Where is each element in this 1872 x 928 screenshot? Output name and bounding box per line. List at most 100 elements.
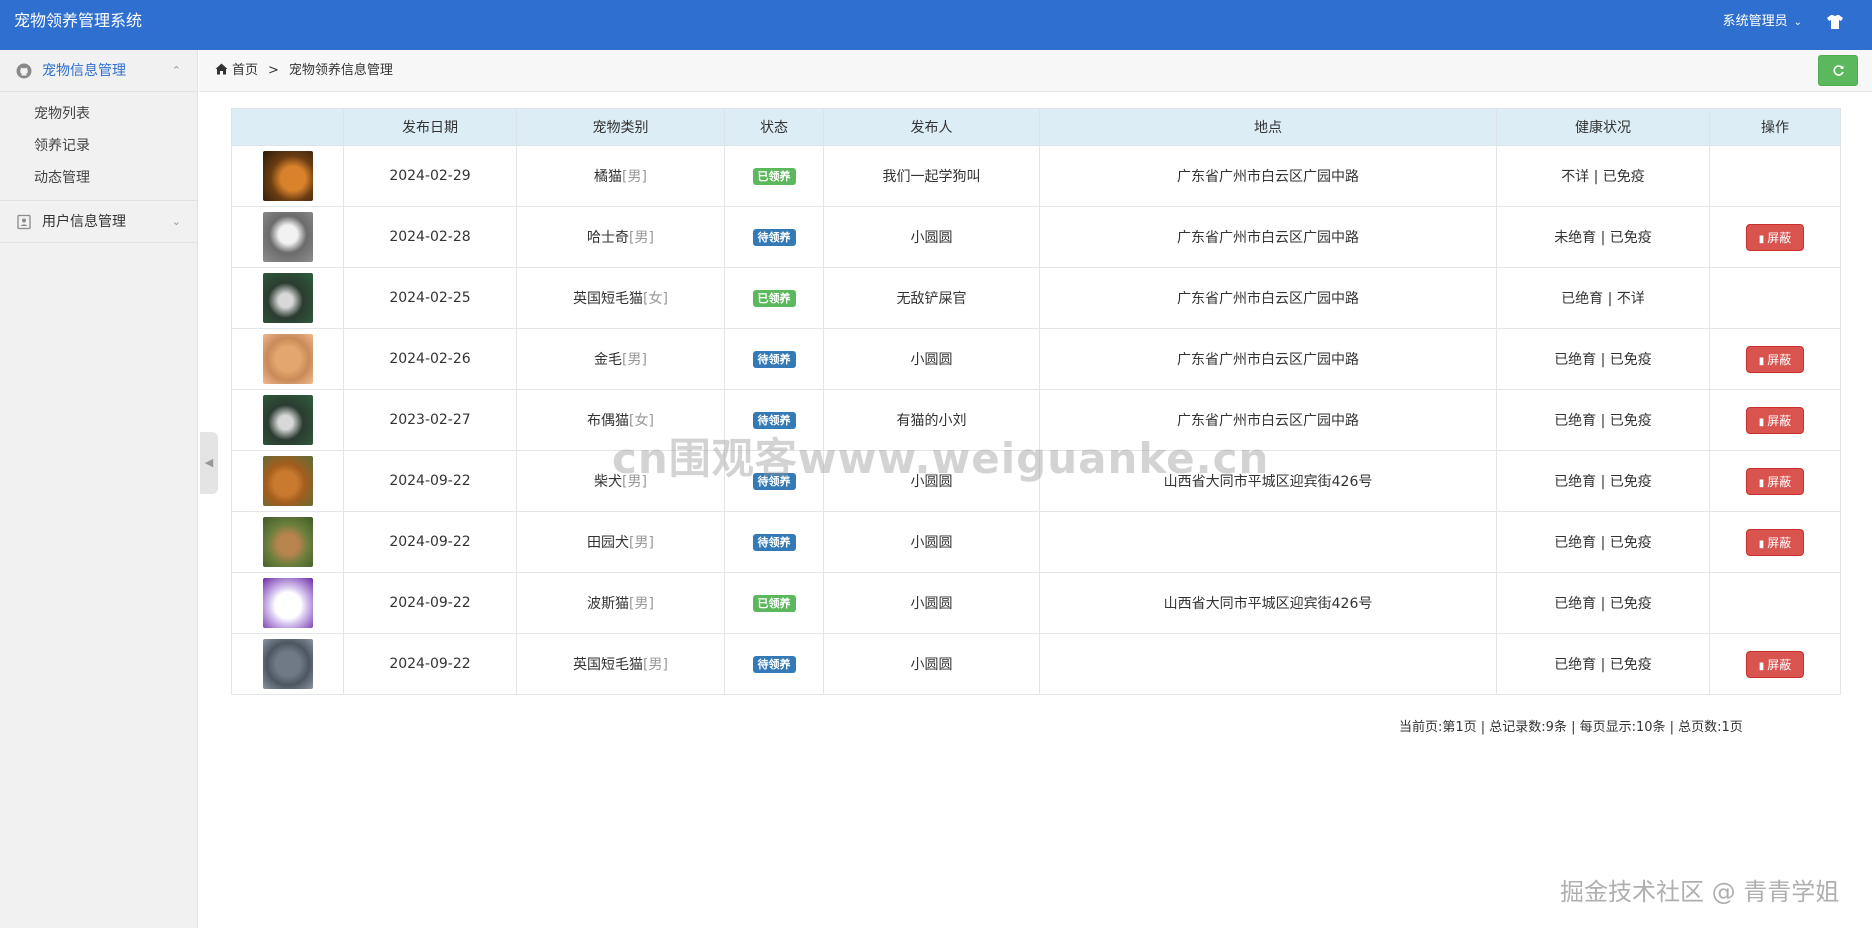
action-cell: ▮ 屏蔽 [1709, 450, 1841, 512]
sidebar-item-pet-list[interactable]: 宠物列表 [0, 98, 197, 130]
table-row: 2024-02-25 英国短毛猫[女] 已领养 无敌铲屎官 广东省广州市白云区广园中路已… [231, 267, 1841, 329]
thumb-cell [231, 389, 344, 451]
status-badge: 待领养 [752, 533, 796, 551]
column-header: 宠物类别 [516, 108, 725, 146]
refresh-icon [1833, 65, 1844, 76]
pet-type: 哈士奇 [587, 230, 630, 246]
health-cell: 已绝育 | 不详 [1496, 267, 1710, 329]
block-button-label: 屏蔽 [1767, 413, 1792, 428]
status-badge: 待领养 [752, 228, 796, 246]
pet-photo[interactable] [262, 578, 313, 628]
pet-photo[interactable] [262, 273, 313, 323]
type-cell: 金毛[男] [516, 328, 725, 390]
sidebar: 宠物信息管理 ⌃ 宠物列表 领养记录 动态管理 用户信息管理 ⌄ [0, 50, 198, 928]
date-cell: 2024-02-26 [343, 328, 517, 390]
thumb-cell [231, 511, 344, 573]
breadcrumb-bar: 首页 > 宠物领养信息管理 [199, 50, 1872, 92]
action-cell: ▮ 屏蔽 [1709, 206, 1841, 268]
health-cell: 已绝育 | 已免疫 [1496, 389, 1710, 451]
status-badge: 已领养 [752, 289, 796, 307]
block-button[interactable]: ▮ 屏蔽 [1746, 406, 1804, 434]
breadcrumb: 首页 > 宠物领养信息管理 [215, 50, 393, 92]
health-cell: 已绝育 | 已免疫 [1496, 572, 1710, 634]
health-cell: 已绝育 | 已免疫 [1496, 511, 1710, 573]
health-cell: 已绝育 | 已免疫 [1496, 328, 1710, 390]
user-menu[interactable]: 系统管理员 ⌄ [1723, 0, 1802, 45]
sidebar-item-adoption-records[interactable]: 领养记录 [0, 130, 197, 162]
date-cell: 2024-09-22 [343, 572, 517, 634]
table-row: 2024-02-29 橘猫[男] 已领养 我们一起学狗叫 广东省广州市白云区广园中路 不详… [231, 145, 1841, 207]
pet-photo[interactable] [262, 151, 313, 201]
publisher-cell: 我们一起学狗叫 [823, 145, 1040, 207]
thumb-cell [231, 572, 344, 634]
location-cell: 广东省广州市白云区广园中路 [1039, 328, 1497, 390]
pet-gender: [男] [629, 596, 654, 612]
trash-icon: ▮ [1758, 355, 1765, 367]
status-cell: 待领养 [724, 328, 824, 390]
date-cell: 2024-09-22 [343, 511, 517, 573]
refresh-button[interactable] [1818, 55, 1858, 86]
type-cell: 英国短毛猫[女] [516, 267, 725, 329]
sidebar-item-news[interactable]: 动态管理 [0, 162, 197, 194]
status-cell: 待领养 [724, 633, 824, 695]
sidebar-collapse-handle[interactable]: ◀ [200, 432, 218, 494]
table-row: 2024-09-22 英国短毛猫[男] 待领养 小圆圆 已绝育 | 已免疫 ▮ 屏蔽 [231, 633, 1841, 695]
location-cell: 广东省广州市白云区广园中路 [1039, 267, 1497, 329]
block-button[interactable]: ▮ 屏蔽 [1746, 223, 1804, 251]
pet-type: 金毛 [594, 352, 623, 368]
chevron-down-icon: ⌄ [171, 215, 181, 228]
corner-watermark: 掘金技术社区 @ 青青学姐 [1560, 878, 1840, 906]
trash-icon: ▮ [1758, 538, 1765, 550]
health-cell: 未绝育 | 已免疫 [1496, 206, 1710, 268]
action-cell [1709, 572, 1841, 634]
block-button[interactable]: ▮ 屏蔽 [1746, 650, 1804, 678]
block-button-label: 屏蔽 [1767, 230, 1792, 245]
block-button-label: 屏蔽 [1767, 535, 1792, 550]
block-button[interactable]: ▮ 屏蔽 [1746, 345, 1804, 373]
type-cell: 波斯猫[男] [516, 572, 725, 634]
table-row: 2024-02-26 金毛[男] 待领养 小圆圆 广东省广州市白云区广园中路 已绝育 | … [231, 328, 1841, 390]
top-navbar: 宠物领养管理系统 系统管理员 ⌄ [0, 0, 1872, 50]
block-button-label: 屏蔽 [1767, 474, 1792, 489]
pet-photo[interactable] [262, 517, 313, 567]
thumb-cell [231, 145, 344, 207]
date-cell: 2023-02-27 [343, 389, 517, 451]
thumb-cell [231, 450, 344, 512]
column-header: 状态 [724, 108, 824, 146]
thumb-cell [231, 633, 344, 695]
publisher-cell: 小圆圆 [823, 572, 1040, 634]
column-header: 发布人 [823, 108, 1040, 146]
block-button[interactable]: ▮ 屏蔽 [1746, 467, 1804, 495]
pet-adoption-table: 发布日期 宠物类别 状态 发布人 地点 健康状况 操作 2024-02-29 橘猫… [231, 108, 1841, 695]
publisher-cell: 无敌铲屎官 [823, 267, 1040, 329]
pet-type: 英国短毛猫 [573, 291, 644, 307]
block-button[interactable]: ▮ 屏蔽 [1746, 528, 1804, 556]
sidebar-menu-label: 用户信息管理 [42, 214, 126, 230]
table-row: 2024-09-22 田园犬[男] 待领养 小圆圆 已绝育 | 已免疫 ▮ 屏蔽 [231, 511, 1841, 573]
pet-photo[interactable] [262, 334, 313, 384]
pet-photo[interactable] [262, 456, 313, 506]
pet-gender: [男] [622, 169, 647, 185]
pet-photo[interactable] [262, 639, 313, 689]
app-title[interactable]: 宠物领养管理系统 [14, 0, 142, 42]
breadcrumb-separator: > [268, 63, 279, 78]
pet-photo[interactable] [262, 395, 313, 445]
status-cell: 已领养 [724, 145, 824, 207]
pet-photo[interactable] [262, 212, 313, 262]
status-badge: 已领养 [752, 167, 796, 185]
sidebar-menu-pet-info[interactable]: 宠物信息管理 ⌃ [0, 50, 197, 92]
location-cell: 广东省广州市白云区广园中路 [1039, 145, 1497, 207]
action-cell [1709, 267, 1841, 329]
watermark-text: cn围观客www.weiguanke.cn [612, 434, 1270, 483]
status-cell: 已领养 [724, 572, 824, 634]
type-cell: 田园犬[男] [516, 511, 725, 573]
theme-shirt-icon[interactable] [1826, 14, 1844, 30]
pet-type: 田园犬 [587, 535, 630, 551]
status-cell: 待领养 [724, 511, 824, 573]
user-card-icon [17, 214, 31, 230]
breadcrumb-home[interactable]: 首页 [232, 63, 258, 78]
publisher-cell: 小圆圆 [823, 328, 1040, 390]
table-row: 2024-02-28 哈士奇[男] 待领养 小圆圆 广东省广州市白云区广园中路 未绝育 |… [231, 206, 1841, 268]
type-cell: 橘猫[男] [516, 145, 725, 207]
sidebar-menu-user-info[interactable]: 用户信息管理 ⌄ [0, 201, 197, 243]
